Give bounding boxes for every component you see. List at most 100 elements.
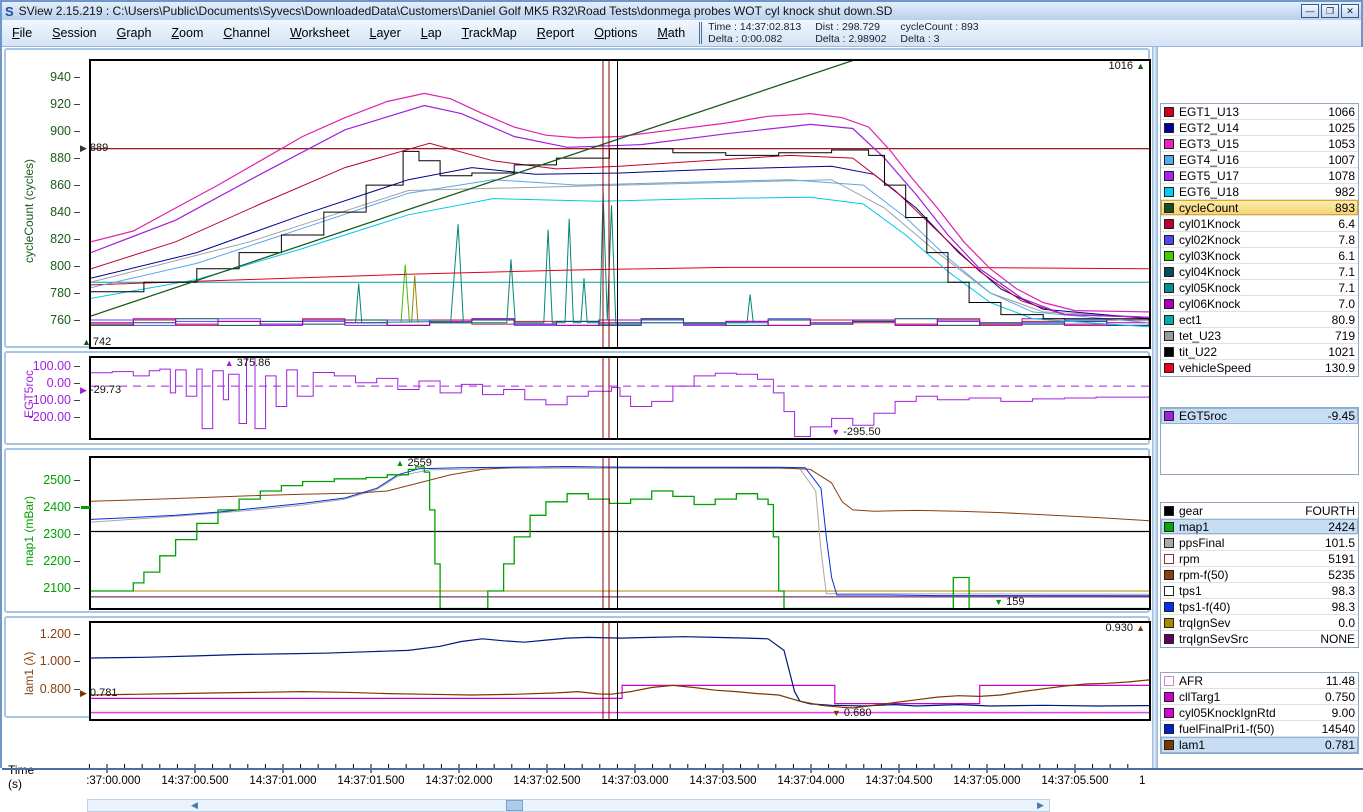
series-EGT5_U17 <box>91 106 1149 318</box>
marker-bottom: ▼ 0.680 <box>832 708 872 719</box>
window-title: SView 2.15.219 : C:\Users\Public\Documen… <box>19 4 893 18</box>
channel-color-swatch <box>1164 187 1174 197</box>
time-tick-label: 14:37:05.000 <box>953 775 1020 787</box>
channel-color-swatch <box>1164 538 1174 548</box>
channel-row-ect1[interactable]: ect180.9 <box>1161 312 1358 328</box>
chart-c3: map1 (mBar)25002400230022002100▲ 2559▼ 1… <box>4 448 1150 613</box>
menu-item-math[interactable]: Math <box>647 20 695 46</box>
channel-row-tit_U22[interactable]: tit_U221021 <box>1161 344 1358 360</box>
channel-row-trqIgnSev[interactable]: trqIgnSev0.0 <box>1161 615 1358 631</box>
y-tick-label: 100.00 <box>10 360 80 373</box>
channel-name: EGT5_U17 <box>1179 169 1328 183</box>
menu-item-session[interactable]: Session <box>42 20 106 46</box>
channel-row-rpm-f(50)[interactable]: rpm-f(50)5235 <box>1161 567 1358 583</box>
channel-color-swatch <box>1164 522 1174 532</box>
channel-row-cyl01Knock[interactable]: cyl01Knock6.4 <box>1161 216 1358 232</box>
channel-row-rpm[interactable]: rpm5191 <box>1161 551 1358 567</box>
channel-value: 1066 <box>1328 105 1355 119</box>
channel-color-swatch <box>1164 251 1174 261</box>
channel-name: tit_U22 <box>1179 345 1328 359</box>
channel-row-EGT6_U18[interactable]: EGT6_U18982 <box>1161 184 1358 200</box>
chart-svg <box>91 623 1149 719</box>
plot-area-c3[interactable]: ▲ 2559▼ 159 <box>89 456 1151 610</box>
channel-name: lam1 <box>1179 738 1325 752</box>
menu-item-file[interactable]: File <box>2 20 42 46</box>
close-button[interactable]: ✕ <box>1341 4 1359 18</box>
channel-color-swatch <box>1164 586 1174 596</box>
scroll-right-icon[interactable]: ▶ <box>1034 800 1047 811</box>
plot-area-c1[interactable]: 1016 ▲▶889▲742 <box>89 59 1151 349</box>
scroll-thumb[interactable] <box>506 800 523 811</box>
channel-color-swatch <box>1164 724 1174 734</box>
series-EGT2_U14 <box>91 166 1149 319</box>
menu-item-graph[interactable]: Graph <box>107 20 162 46</box>
menu-item-trackmap[interactable]: TrackMap <box>452 20 527 46</box>
channel-row-AFR[interactable]: AFR11.48 <box>1161 673 1358 689</box>
app-window: S SView 2.15.219 : C:\Users\Public\Docum… <box>0 0 1363 768</box>
channel-name: EGT3_U15 <box>1179 137 1328 151</box>
plot-area-c4[interactable]: 0.930 ▲▶0.781▼ 0.680 <box>89 621 1151 721</box>
channel-row-cllTarg1[interactable]: cllTarg10.750 <box>1161 689 1358 705</box>
time-tick-label: 14:37:04.500 <box>865 775 932 787</box>
channel-value: FOURTH <box>1305 504 1355 518</box>
channel-row-ppsFinal[interactable]: ppsFinal101.5 <box>1161 535 1358 551</box>
channel-value: 0.781 <box>1325 738 1355 752</box>
channel-row-cyl05KnockIgnRtd[interactable]: cyl05KnockIgnRtd9.00 <box>1161 705 1358 721</box>
restore-button[interactable]: ❐ <box>1321 4 1339 18</box>
channel-row-trqIgnSevSrc[interactable]: trqIgnSevSrcNONE <box>1161 631 1358 647</box>
channel-row-cyl06Knock[interactable]: cyl06Knock7.0 <box>1161 296 1358 312</box>
channel-row-cyl04Knock[interactable]: cyl04Knock7.1 <box>1161 264 1358 280</box>
channel-row-EGT5_U17[interactable]: EGT5_U171078 <box>1161 168 1358 184</box>
channel-value: 1078 <box>1328 169 1355 183</box>
channel-row-cyl05Knock[interactable]: cyl05Knock7.1 <box>1161 280 1358 296</box>
menu-item-channel[interactable]: Channel <box>213 20 280 46</box>
channel-value: 1007 <box>1328 153 1355 167</box>
channel-row-EGT4_U16[interactable]: EGT4_U161007 <box>1161 152 1358 168</box>
panel-divider <box>1152 47 1158 770</box>
channel-row-cyl02Knock[interactable]: cyl02Knock7.8 <box>1161 232 1358 248</box>
channel-color-swatch <box>1164 331 1174 341</box>
channel-color-swatch <box>1164 107 1174 117</box>
menu-items: FileSessionGraphZoomChannelWorksheetLaye… <box>2 20 695 46</box>
channel-row-EGT2_U14[interactable]: EGT2_U141025 <box>1161 120 1358 136</box>
channel-color-swatch <box>1164 171 1174 181</box>
channel-row-EGT3_U15[interactable]: EGT3_U151053 <box>1161 136 1358 152</box>
channel-value: 5235 <box>1328 568 1355 582</box>
channel-color-swatch <box>1164 123 1174 133</box>
channel-name: cllTarg1 <box>1179 690 1325 704</box>
y-tick-label: 2400 <box>10 501 80 514</box>
minimize-button[interactable]: — <box>1301 4 1319 18</box>
channel-row-vehicleSpeed[interactable]: vehicleSpeed130.9 <box>1161 360 1358 376</box>
menu-item-lap[interactable]: Lap <box>411 20 452 46</box>
menu-item-worksheet[interactable]: Worksheet <box>280 20 360 46</box>
channel-color-swatch <box>1164 363 1174 373</box>
marker-dash <box>81 501 90 512</box>
y-tick-label: 1.000 <box>10 655 80 668</box>
menu-item-report[interactable]: Report <box>527 20 585 46</box>
menu-item-layer[interactable]: Layer <box>359 20 410 46</box>
horizontal-scrollbar[interactable]: ◀ ▶ <box>87 799 1050 812</box>
channel-color-swatch <box>1164 155 1174 165</box>
channel-row-EGT5roc[interactable]: EGT5roc-9.45 <box>1161 408 1358 424</box>
plot-area-c2[interactable]: ▲ 375.86▶-29.73▼ -295.50 <box>89 356 1151 440</box>
channel-row-tps1[interactable]: tps198.3 <box>1161 583 1358 599</box>
channel-name: gear <box>1179 504 1305 518</box>
channel-row-map1[interactable]: map12424 <box>1161 519 1358 535</box>
channel-row-gear[interactable]: gearFOURTH <box>1161 503 1358 519</box>
channel-row-cyl03Knock[interactable]: cyl03Knock6.1 <box>1161 248 1358 264</box>
channel-name: EGT6_U18 <box>1179 185 1335 199</box>
channel-row-EGT1_U13[interactable]: EGT1_U131066 <box>1161 104 1358 120</box>
y-tick-label: 780 <box>10 287 80 300</box>
channel-row-tet_U23[interactable]: tet_U23719 <box>1161 328 1358 344</box>
channel-row-tps1-f(40)[interactable]: tps1-f(40)98.3 <box>1161 599 1358 615</box>
channel-name: EGT2_U14 <box>1179 121 1328 135</box>
scroll-left-icon[interactable]: ◀ <box>188 800 201 811</box>
series-EGT6_U18 <box>91 197 1149 326</box>
menu-item-zoom[interactable]: Zoom <box>161 20 213 46</box>
channel-name: cyl04Knock <box>1179 265 1338 279</box>
channel-row-fuelFinalPri1-f(50)[interactable]: fuelFinalPri1-f(50)14540 <box>1161 721 1358 737</box>
channel-row-cycleCount[interactable]: cycleCount893 <box>1161 200 1358 216</box>
menu-item-options[interactable]: Options <box>584 20 647 46</box>
channel-row-lam1[interactable]: lam10.781 <box>1161 737 1358 753</box>
time-tick-label: 14:37:02.000 <box>425 775 492 787</box>
